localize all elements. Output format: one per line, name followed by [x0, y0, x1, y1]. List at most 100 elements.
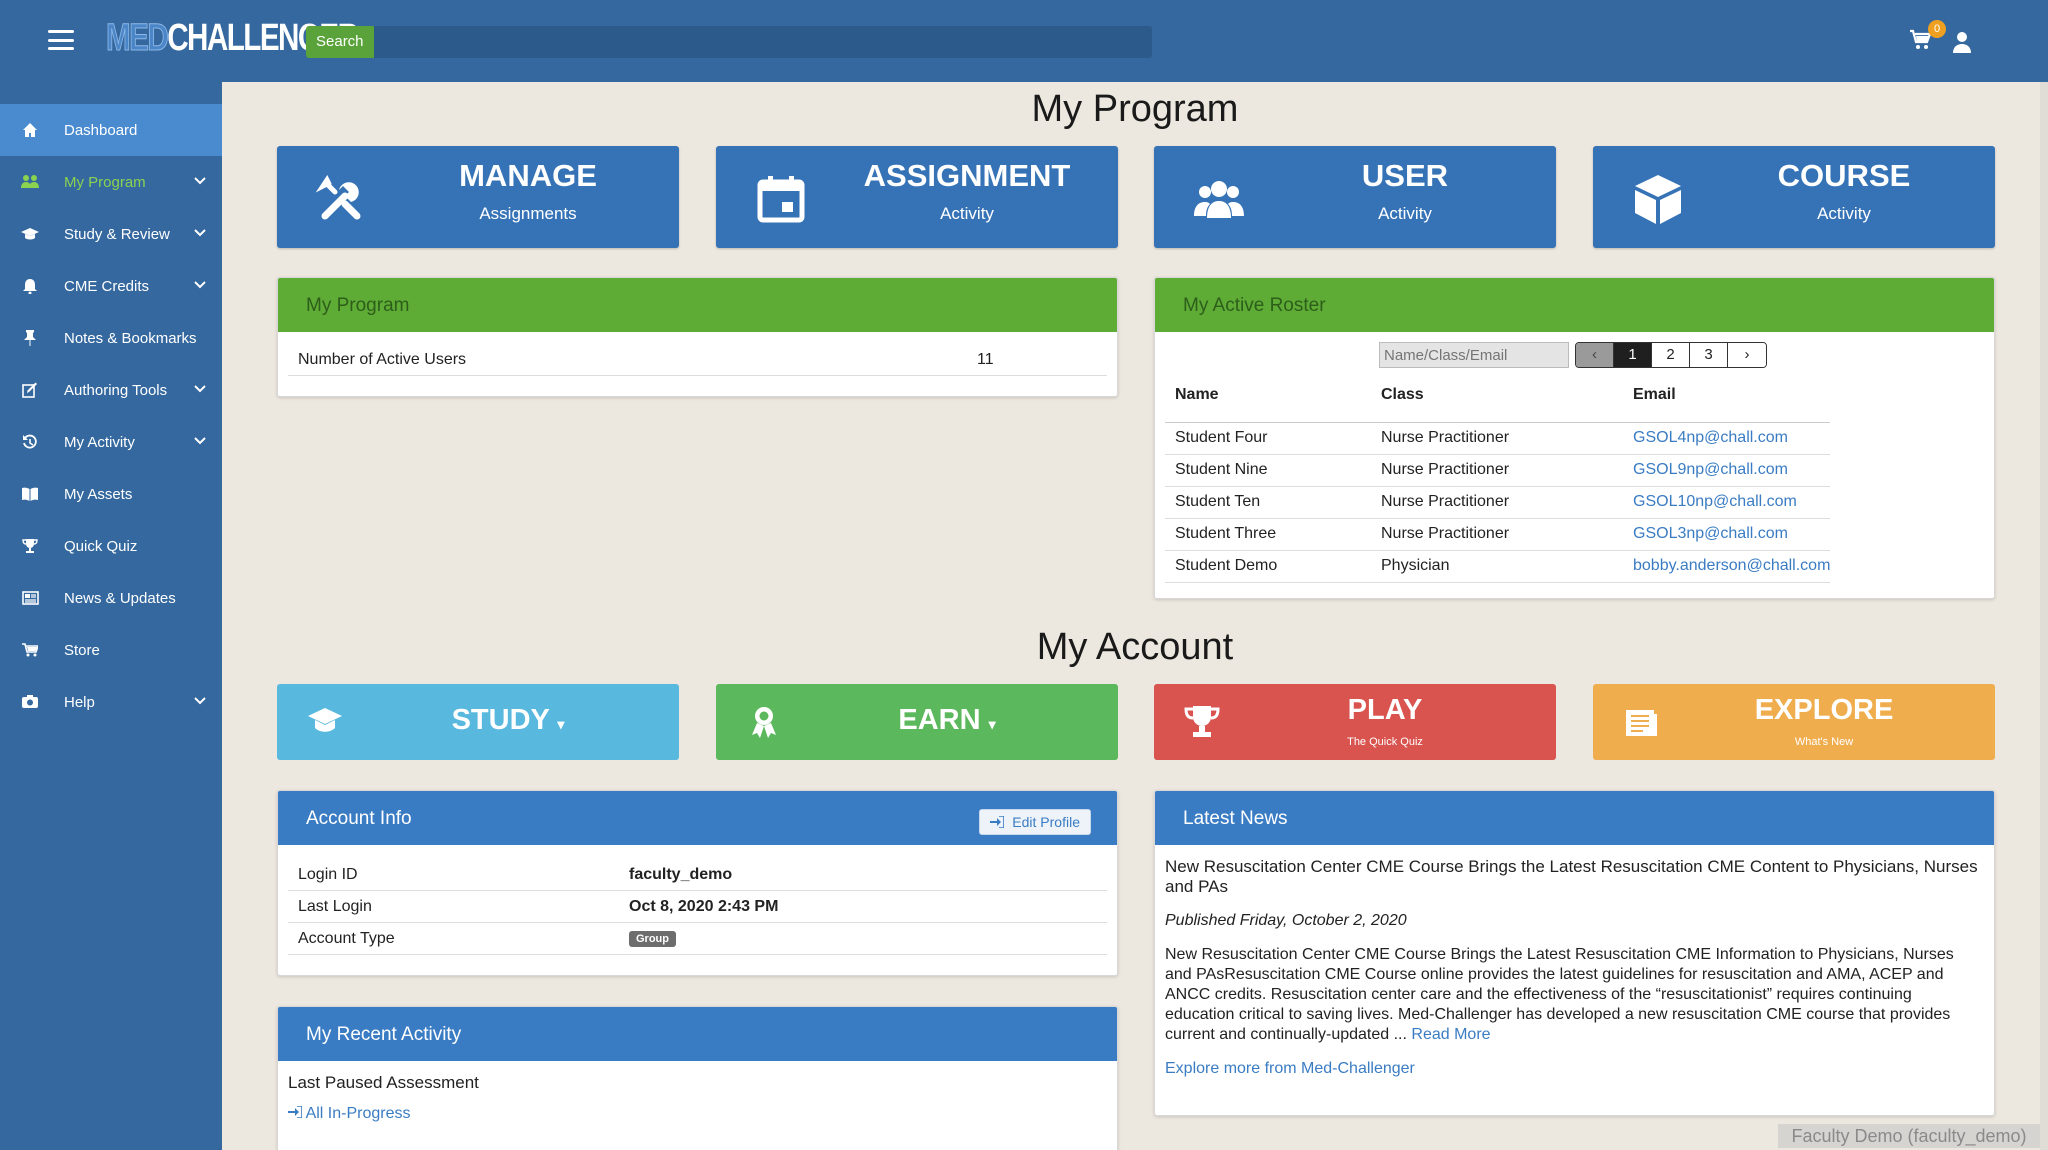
chevron-down-icon[interactable] — [192, 693, 208, 709]
panel-title: Latest News — [1155, 791, 1994, 845]
program-stat-row: Number of Active Users 11 — [288, 344, 1107, 376]
student-class: Nurse Practitioner — [1371, 422, 1623, 455]
tools-icon — [315, 175, 361, 220]
student-name: Student Ten — [1165, 486, 1371, 519]
sidebar-item-quick-quiz[interactable]: Quick Quiz — [0, 520, 222, 572]
sidebar-item-news-updates[interactable]: News & Updates — [0, 572, 222, 624]
hamburger-menu-icon[interactable] — [48, 30, 74, 50]
users-icon — [20, 172, 40, 192]
roster-pager: ‹ 1 2 3 › — [1575, 342, 1767, 368]
panel-title: My Program — [278, 278, 1117, 332]
sidebar-item-help[interactable]: Help — [0, 676, 222, 728]
user-activity-tile[interactable]: USER Activity — [1154, 146, 1556, 248]
sidebar-item-label: Dashboard — [64, 121, 138, 139]
column-header-class: Class — [1371, 386, 1623, 423]
table-row: Student Nine Nurse Practitioner GSOL9np@… — [1165, 454, 1831, 487]
account-value: faculty_demo — [629, 865, 733, 883]
assignment-activity-tile[interactable]: ASSIGNMENT Activity — [716, 146, 1118, 248]
play-tile[interactable]: PLAY The Quick Quiz — [1154, 684, 1556, 760]
tile-title: EARN ▾ — [898, 704, 996, 736]
sidebar-item-dashboard[interactable]: Dashboard — [0, 104, 222, 156]
all-in-progress-link[interactable]: All In-Progress — [278, 1105, 1117, 1123]
sidebar-item-my-activity[interactable]: My Activity — [0, 416, 222, 468]
edit-profile-button[interactable]: Edit Profile — [979, 809, 1091, 835]
sidebar-item-notes-bookmarks[interactable]: Notes & Bookmarks — [0, 312, 222, 364]
sign-in-icon — [990, 816, 1005, 828]
pager-page-1[interactable]: 1 — [1614, 343, 1652, 367]
edit-icon — [20, 380, 40, 400]
sidebar-item-cme-credits[interactable]: CME Credits — [0, 260, 222, 312]
pager-next[interactable]: › — [1728, 343, 1766, 367]
news-headline[interactable]: New Resuscitation Center CME Course Brin… — [1165, 857, 1984, 897]
sidebar-item-authoring-tools[interactable]: Authoring Tools — [0, 364, 222, 416]
active-roster-panel: My Active Roster ‹ 1 2 3 › Name Class Em… — [1154, 277, 1995, 599]
column-header-name: Name — [1165, 386, 1371, 423]
pager-page-2[interactable]: 2 — [1652, 343, 1690, 367]
account-type-badge: Group — [629, 930, 676, 947]
account-label: Last Login — [298, 897, 372, 915]
life-ring-icon — [20, 692, 40, 712]
tile-subtitle: Activity — [940, 204, 994, 223]
student-email-link[interactable]: GSOL3np@chall.com — [1633, 525, 1788, 542]
calendar-icon — [757, 176, 805, 223]
cube-icon — [1635, 175, 1681, 224]
read-more-link[interactable]: Read More — [1411, 1026, 1490, 1043]
chevron-down-icon[interactable] — [192, 433, 208, 449]
search-input[interactable] — [373, 26, 1152, 58]
student-email-link[interactable]: GSOL9np@chall.com — [1633, 461, 1788, 478]
chevron-down-icon[interactable] — [192, 381, 208, 397]
earn-tile[interactable]: EARN ▾ — [716, 684, 1118, 760]
search-button[interactable]: Search — [306, 26, 374, 58]
page-scrollbar[interactable] — [2040, 82, 2048, 1150]
student-class: Nurse Practitioner — [1371, 518, 1623, 551]
student-name: Student Demo — [1165, 550, 1371, 583]
sidebar-item-my-program[interactable]: My Program — [0, 156, 222, 208]
student-email-link[interactable]: GSOL10np@chall.com — [1633, 493, 1797, 510]
pager-page-3[interactable]: 3 — [1690, 343, 1728, 367]
explore-tile[interactable]: EXPLORE What's New — [1593, 684, 1995, 760]
student-email-link[interactable]: bobby.anderson@chall.com — [1633, 557, 1830, 574]
user-icon[interactable] — [1950, 30, 1974, 54]
course-activity-tile[interactable]: COURSE Activity — [1593, 146, 1995, 248]
sidebar-item-label: CME Credits — [64, 277, 150, 295]
news-published-date: Published Friday, October 2, 2020 — [1165, 912, 1407, 929]
sidebar-item-label: Quick Quiz — [64, 537, 138, 555]
student-name: Student Nine — [1165, 454, 1371, 487]
panel-title: My Recent Activity — [278, 1007, 1117, 1061]
tile-subtitle: Activity — [1378, 204, 1432, 223]
current-user-label: Faculty Demo (faculty_demo) — [1778, 1124, 2040, 1148]
cart-count-badge: 0 — [1928, 20, 1946, 38]
roster-controls: ‹ 1 2 3 › — [1379, 342, 1767, 368]
study-tile[interactable]: STUDY ▾ — [277, 684, 679, 760]
column-header-email: Email — [1623, 386, 1831, 423]
search-bar: Search — [306, 26, 1152, 58]
student-email-link[interactable]: GSOL4np@chall.com — [1633, 429, 1788, 446]
history-icon — [20, 432, 40, 452]
sidebar-item-label: My Assets — [64, 485, 133, 503]
tile-title: ASSIGNMENT — [863, 158, 1071, 193]
tile-subtitle: Activity — [1817, 204, 1871, 223]
edit-profile-label: Edit Profile — [1012, 814, 1080, 830]
chevron-down-icon[interactable] — [192, 173, 208, 189]
sidebar-item-store[interactable]: Store — [0, 624, 222, 676]
newspaper-icon — [1626, 710, 1657, 736]
explore-more-link[interactable]: Explore more from Med-Challenger — [1165, 1060, 1415, 1077]
account-label: Account Type — [298, 929, 395, 947]
last-paused-assessment: Last Paused Assessment — [288, 1073, 479, 1092]
pager-prev[interactable]: ‹ — [1576, 343, 1614, 367]
news-excerpt: New Resuscitation Center CME Course Brin… — [1165, 946, 1954, 1043]
sidebar-item-study-review[interactable]: Study & Review — [0, 208, 222, 260]
sidebar-item-my-assets[interactable]: My Assets — [0, 468, 222, 520]
table-header-row: Name Class Email — [1165, 386, 1831, 423]
sidebar-item-label: Authoring Tools — [64, 381, 168, 399]
chevron-down-icon[interactable] — [192, 225, 208, 241]
roster-search-input[interactable] — [1379, 342, 1569, 368]
manage-assignments-tile[interactable]: MANAGE Assignments — [277, 146, 679, 248]
panel-title: My Active Roster — [1155, 278, 1994, 332]
tile-title: STUDY ▾ — [451, 704, 565, 736]
graduation-cap-icon — [308, 708, 342, 732]
chevron-down-icon[interactable] — [192, 277, 208, 293]
my-account-heading: My Account — [1036, 626, 1234, 668]
stat-value: 11 — [977, 350, 994, 368]
cart-icon — [20, 640, 40, 660]
